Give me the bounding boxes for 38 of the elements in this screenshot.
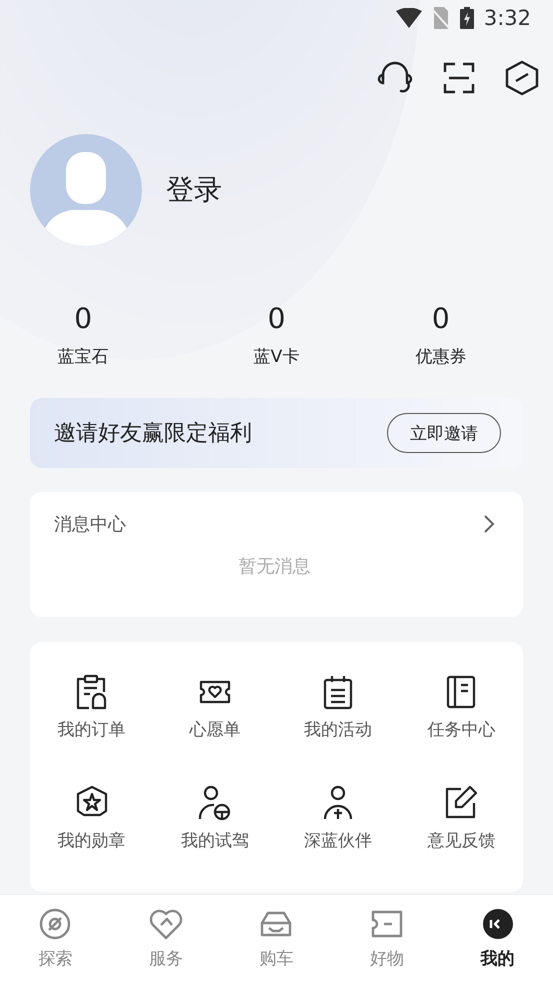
person-wheel-icon[interactable] — [198, 785, 232, 821]
compass-icon — [38, 907, 72, 941]
nav-tab[interactable]: 探索 — [0, 895, 111, 983]
invite-button[interactable]: 立即邀请 — [387, 413, 501, 453]
nav-tab[interactable]: 我的 — [442, 895, 553, 983]
login-link[interactable]: 登录 — [166, 171, 222, 209]
nav-tab[interactable]: 购车 — [221, 895, 332, 983]
service-label[interactable]: 我的试驾 — [180, 829, 249, 852]
headset-icon[interactable] — [377, 61, 413, 95]
service-label[interactable]: 我的活动 — [304, 718, 372, 741]
stat-value: 0 — [268, 302, 286, 335]
heart-icon — [148, 907, 183, 941]
service-label[interactable]: 我的勋章 — [58, 829, 126, 852]
stat-label[interactable]: 蓝V卡 — [254, 345, 300, 368]
service-label[interactable]: 意见反馈 — [427, 829, 496, 852]
no-sim-icon — [432, 7, 450, 29]
stat-value: 0 — [432, 302, 450, 335]
nav-tab[interactable]: 服务 — [110, 895, 222, 983]
message-title[interactable]: 消息中心 — [54, 512, 126, 536]
stat-value: 0 — [74, 302, 92, 335]
wifi-icon — [396, 8, 422, 28]
service-label[interactable]: 我的订单 — [58, 718, 126, 741]
brand-icon — [480, 907, 515, 941]
hexagon-icon[interactable] — [505, 60, 539, 96]
empty-message: 暂无消息 — [238, 555, 310, 578]
service-label[interactable]: 任务中心 — [427, 718, 496, 741]
status-time: 3:32 — [484, 6, 531, 30]
nav-tab[interactable]: 好物 — [332, 895, 442, 983]
edit-icon[interactable] — [444, 785, 478, 821]
service-label[interactable]: 心愿单 — [189, 718, 240, 741]
service-label[interactable]: 深蓝伙伴 — [304, 829, 372, 852]
stat-label[interactable]: 蓝宝石 — [58, 345, 109, 368]
stat-label[interactable]: 优惠券 — [415, 345, 466, 368]
scan-icon[interactable] — [443, 62, 475, 94]
invite-text: 邀请好友赢限定福利 — [54, 420, 252, 448]
battery-icon — [460, 7, 474, 29]
chevron-right-icon[interactable] — [483, 514, 495, 534]
clipboard-icon[interactable] — [74, 674, 109, 710]
